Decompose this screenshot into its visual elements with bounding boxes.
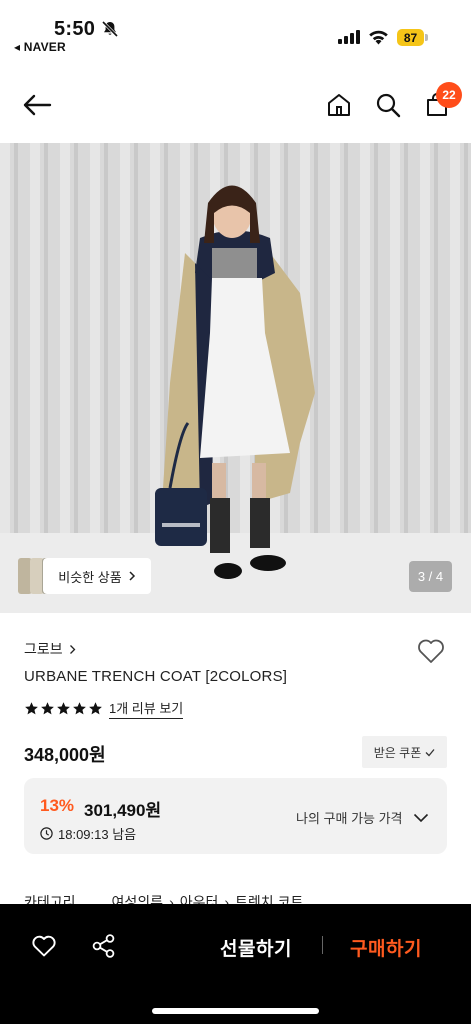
time-remaining-text: 18:09:13 남음 [58, 827, 137, 842]
my-price-toggle[interactable]: 나의 구매 가능 가격 [296, 808, 429, 827]
bottom-action-bar: 선물하기 구매하기 [0, 904, 471, 1024]
chevron-down-icon [413, 813, 428, 822]
chevron-right-icon [69, 644, 76, 654]
star-icon [25, 702, 38, 715]
gift-button[interactable]: 선물하기 [220, 934, 292, 961]
rating-row: 1개 리뷰 보기 [24, 698, 184, 719]
brand-name: 그로브 [24, 641, 63, 657]
original-price: 348,000원 [24, 745, 106, 765]
similar-products-label: 비슷한 상품 [58, 569, 122, 585]
star-icon [41, 702, 54, 715]
wifi-icon [369, 30, 388, 45]
discount-percent: 13% [40, 796, 75, 815]
cellular-signal-icon [338, 30, 360, 44]
review-link[interactable]: 1개 리뷰 보기 [109, 698, 184, 719]
share-button[interactable] [89, 931, 119, 961]
cart-count-badge: 22 [436, 82, 462, 108]
brand-link[interactable]: 그로브 [24, 639, 76, 659]
coupon-label: 받은 쿠폰 [373, 745, 422, 760]
home-icon [328, 94, 350, 116]
wishlist-button[interactable] [29, 931, 59, 961]
product-photo [0, 143, 471, 613]
search-button[interactable] [371, 88, 405, 122]
my-price-label: 나의 구매 가능 가격 [296, 811, 403, 826]
wishlist-heart-icon[interactable] [416, 636, 446, 666]
discount-price: 301,490원 [84, 801, 162, 820]
product-image[interactable] [0, 143, 471, 613]
similar-products-button[interactable]: 비슷한 상품 [43, 558, 151, 594]
share-icon [92, 934, 115, 958]
home-button[interactable] [322, 88, 356, 122]
check-icon [425, 748, 435, 756]
discount-price-box[interactable]: 13% 301,490원 18:09:13 남음 나의 구매 가능 가격 [24, 778, 447, 854]
battery-level: 87 [397, 29, 424, 46]
time-remaining: 18:09:13 남음 [40, 824, 136, 843]
back-to-app-link[interactable]: ◂ NAVER [14, 40, 66, 54]
divider [322, 936, 323, 954]
chevron-right-icon [129, 571, 135, 581]
heart-outline-icon [32, 935, 56, 957]
bell-slash-icon [101, 20, 119, 38]
star-icon [57, 702, 70, 715]
star-icon [89, 702, 102, 715]
status-bar: 5:50 ◂ NAVER 87 [0, 0, 471, 58]
product-name: URBANE TRENCH COAT [2COLORS] [24, 668, 288, 685]
arrow-left-icon [23, 94, 52, 116]
clock-icon [40, 827, 53, 840]
status-time: 5:50 [54, 18, 96, 40]
coupon-button[interactable]: 받은 쿠폰 [362, 736, 447, 768]
star-rating [24, 701, 103, 716]
star-icon [73, 702, 86, 715]
battery-indicator: 87 [397, 29, 429, 46]
back-button[interactable] [20, 88, 54, 122]
search-icon [376, 93, 401, 118]
home-indicator [152, 1008, 319, 1014]
image-counter: 3 / 4 [409, 561, 452, 592]
buy-button[interactable]: 구매하기 [350, 934, 422, 961]
app-header [0, 72, 471, 142]
